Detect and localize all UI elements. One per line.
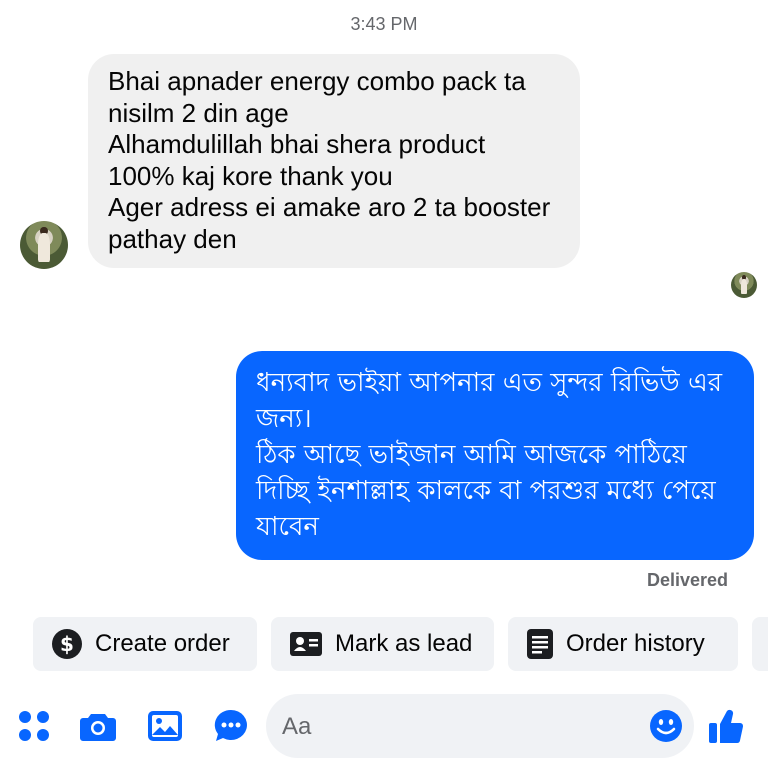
mark-as-lead-label: Mark as lead [335,630,473,657]
message-composer [0,690,768,768]
dollar-circle-icon: $ [52,629,82,659]
create-order-button[interactable]: $ Create order [33,617,257,671]
image-icon[interactable] [145,706,185,746]
incoming-message-bubble[interactable]: Bhai apnader energy combo pack ta nisilm… [88,54,580,268]
svg-text:$: $ [60,632,74,656]
order-history-button[interactable]: Order history [508,617,738,671]
message-input-container [266,694,694,758]
order-history-label: Order history [566,630,705,657]
camera-icon[interactable] [78,706,118,746]
more-actions-chip[interactable] [752,617,768,671]
outgoing-message-bubble[interactable]: ধন্যবাদ ভাইয়া আপনার এত সুন্দর রিভিউ এর … [236,351,754,560]
receipt-icon [527,629,553,659]
delivery-status: Delivered [646,570,728,590]
sender-avatar[interactable] [20,221,68,269]
contact-card-icon [290,632,322,656]
four-dots-icon[interactable] [14,706,54,746]
create-order-label: Create order [95,630,230,657]
message-input[interactable] [280,702,644,752]
emoji-icon[interactable] [646,706,686,746]
thumbs-up-icon[interactable] [706,706,746,746]
quick-actions-bar: $ Create order Mark as lead Order histor… [33,617,768,671]
seen-indicator-avatar [731,272,757,298]
mark-as-lead-button[interactable]: Mark as lead [271,617,494,671]
message-timestamp: 3:43 PM [350,14,418,34]
chat-bubble-icon[interactable] [211,706,251,746]
